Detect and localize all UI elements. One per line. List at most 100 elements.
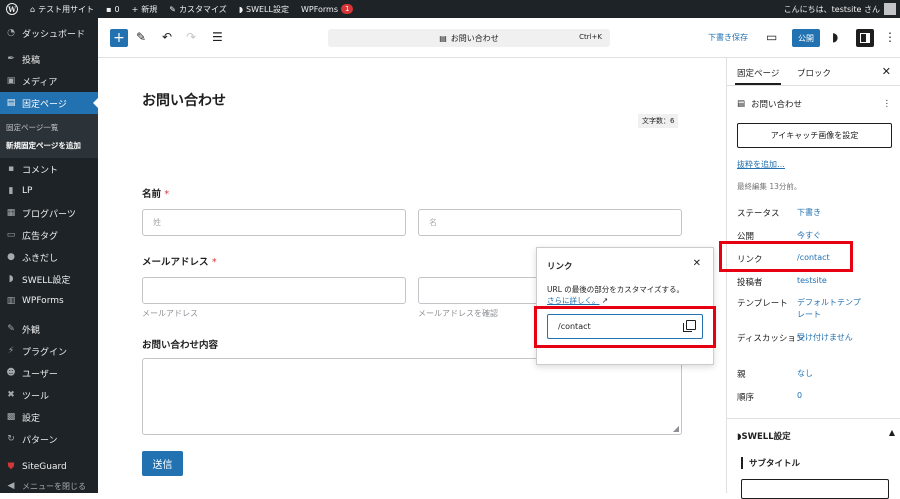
sidebar-item-blog-parts[interactable]: ▦ ブログパーツ [0, 202, 98, 224]
sidebar-item-appearance[interactable]: ✎ 外観 [0, 318, 98, 340]
sidebar-item-balloons[interactable]: ● ふきだし [0, 246, 98, 268]
media-icon: ▣ [6, 76, 16, 86]
swell-icon: ◗ [238, 4, 243, 14]
swell-icon: ◗ [832, 30, 839, 44]
sidebar-item-tools[interactable]: ✖ ツール [0, 384, 98, 406]
tab-page[interactable]: 固定ページ [734, 67, 782, 85]
sidebar-item-users[interactable]: ☻ ユーザー [0, 362, 98, 384]
page-icon: ▤ [737, 99, 746, 109]
wp-logo-button[interactable]: W [0, 0, 24, 18]
wpforms-link[interactable]: WPForms 1 [295, 0, 360, 18]
document-overview-button[interactable]: ☰ [212, 30, 223, 44]
subtitle-input[interactable] [741, 479, 889, 499]
status-value[interactable]: 下書き [797, 207, 821, 218]
add-excerpt-link[interactable]: 抜粋を追加… [737, 159, 785, 170]
last-name-input[interactable]: 姓 [142, 209, 406, 236]
brush-icon: ✎ [169, 4, 176, 14]
email-input[interactable] [142, 277, 406, 304]
order-key: 順序 [737, 393, 755, 403]
plus-icon: + [113, 30, 125, 46]
collapse-menu-button[interactable]: ◀ メニューを閉じる [0, 478, 98, 494]
add-block-button[interactable]: + [110, 29, 128, 47]
forms-icon: ▥ [6, 296, 16, 306]
close-icon[interactable]: ✕ [882, 65, 891, 78]
new-content-link[interactable]: + 新規 [126, 0, 164, 18]
sidebar-item-posts[interactable]: ✒ 投稿 [0, 48, 98, 70]
more-vertical-icon[interactable]: ⋮ [883, 99, 892, 109]
preview-button[interactable]: ▭ [766, 30, 777, 44]
sidebar-item-pages[interactable]: ▤ 固定ページ [0, 92, 98, 114]
sidebar-item-patterns[interactable]: ↻ パターン [0, 428, 98, 450]
tab-block[interactable]: ブロック [797, 67, 831, 79]
sidebar-item-plugins[interactable]: ⚡ プラグイン [0, 340, 98, 362]
status-key: ステータス [737, 209, 780, 219]
comment-icon: ▪ [106, 4, 112, 14]
sidebar-item-comments[interactable]: ▪ コメント [0, 158, 98, 180]
submit-button[interactable]: 送信 [142, 451, 183, 476]
comments-link[interactable]: ▪ 0 [100, 0, 126, 18]
site-name-link[interactable]: ⌂ テスト用サイト [24, 0, 100, 18]
close-icon[interactable]: ✕ [693, 258, 701, 269]
document-bar[interactable]: ▤ お問い合わせ Ctrl+K [328, 29, 610, 47]
collapse-icon: ◀ [7, 481, 15, 491]
home-icon: ⌂ [30, 4, 36, 14]
template-value[interactable]: デフォルトテンプレート [797, 297, 867, 321]
swell-section-heading[interactable]: ◗SWELL設定 [737, 430, 791, 442]
save-draft-button[interactable]: 下書き保存 [708, 32, 748, 43]
sidebar-item-siteguard[interactable]: ⛊ SiteGuard [0, 456, 98, 478]
set-featured-image-button[interactable]: アイキャッチ画像を設定 [737, 123, 892, 148]
dashboard-icon: ◔ [7, 28, 15, 38]
comment-icon: ▪ [7, 164, 15, 174]
bubble-icon: ● [7, 252, 15, 262]
sidebar-subitem-add-page[interactable]: 新規固定ページを追加 [0, 136, 98, 154]
tools-button[interactable]: ✎ [136, 30, 146, 44]
customize-link[interactable]: ✎ カスタマイズ [163, 0, 232, 18]
popover-heading: リンク [547, 262, 573, 272]
external-link-icon: ↗ [601, 296, 609, 305]
order-value[interactable]: 0 [797, 391, 802, 400]
learn-more-link[interactable]: さらに詳しく。 [547, 296, 600, 305]
wordpress-icon: W [6, 3, 18, 15]
chevron-up-icon[interactable]: ▲ [889, 428, 895, 437]
author-value[interactable]: testsite [797, 276, 827, 285]
undo-button[interactable]: ↶ [162, 30, 172, 44]
email-hint: メールアドレス [142, 309, 198, 318]
wrench-icon: ✖ [7, 390, 15, 400]
sidebar-item-swell[interactable]: ◗ SWELL設定 [0, 268, 98, 290]
message-textarea[interactable]: ◢ [142, 358, 682, 435]
sidebar-subitem-all-pages[interactable]: 固定ページ一覧 [0, 118, 98, 136]
publish-button[interactable]: 公開 [792, 29, 820, 47]
swell-icon: ◗ [8, 274, 14, 284]
publish-value[interactable]: 今すぐ [797, 230, 821, 241]
pin-icon: ✒ [7, 54, 15, 64]
plus-icon: + [131, 4, 139, 14]
resize-grip-icon[interactable]: ◢ [673, 424, 679, 433]
sidebar-item-wpforms[interactable]: ▥ WPForms [0, 290, 98, 312]
desktop-icon: ▭ [766, 30, 778, 44]
notification-badge: 1 [341, 4, 354, 14]
sidebar-item-lp[interactable]: ▮ LP [0, 180, 98, 202]
sidebar-item-dashboard[interactable]: ◔ ダッシュボード [0, 22, 98, 44]
more-vertical-icon: ⋮ [884, 30, 896, 44]
sidebar-item-ad-tags[interactable]: ▭ 広告タグ [0, 224, 98, 246]
swell-toolbar-button[interactable]: ◗ [832, 30, 838, 44]
sidebar-icon [860, 33, 870, 43]
pattern-icon: ↻ [7, 434, 15, 444]
pencil-icon: ✎ [136, 30, 147, 44]
sidebar-item-settings[interactable]: ▩ 設定 [0, 406, 98, 428]
user-icon: ☻ [6, 368, 16, 378]
redo-button[interactable]: ↷ [186, 30, 196, 44]
email-confirm-hint: メールアドレスを確認 [418, 309, 498, 318]
options-button[interactable]: ⋮ [884, 30, 896, 44]
swell-settings-link[interactable]: ◗ SWELL設定 [233, 0, 295, 18]
parent-value[interactable]: なし [797, 368, 813, 379]
editor-toolbar: + ✎ ↶ ↷ ☰ ▤ お問い合わせ Ctrl+K 下書き保存 ▭ 公開 ◗ ⋮ [98, 18, 900, 58]
page-title[interactable]: お問い合わせ [142, 90, 226, 110]
sidebar-item-media[interactable]: ▣ メディア [0, 70, 98, 92]
message-label: お問い合わせ内容 [142, 340, 219, 351]
first-name-input[interactable]: 名 [418, 209, 682, 236]
subtitle-heading: サブタイトル [741, 457, 800, 469]
discussion-value[interactable]: 受け付けません [797, 332, 853, 343]
settings-toggle-button[interactable] [856, 29, 874, 47]
account-menu[interactable]: こんにちは、testsite さん [784, 3, 900, 15]
